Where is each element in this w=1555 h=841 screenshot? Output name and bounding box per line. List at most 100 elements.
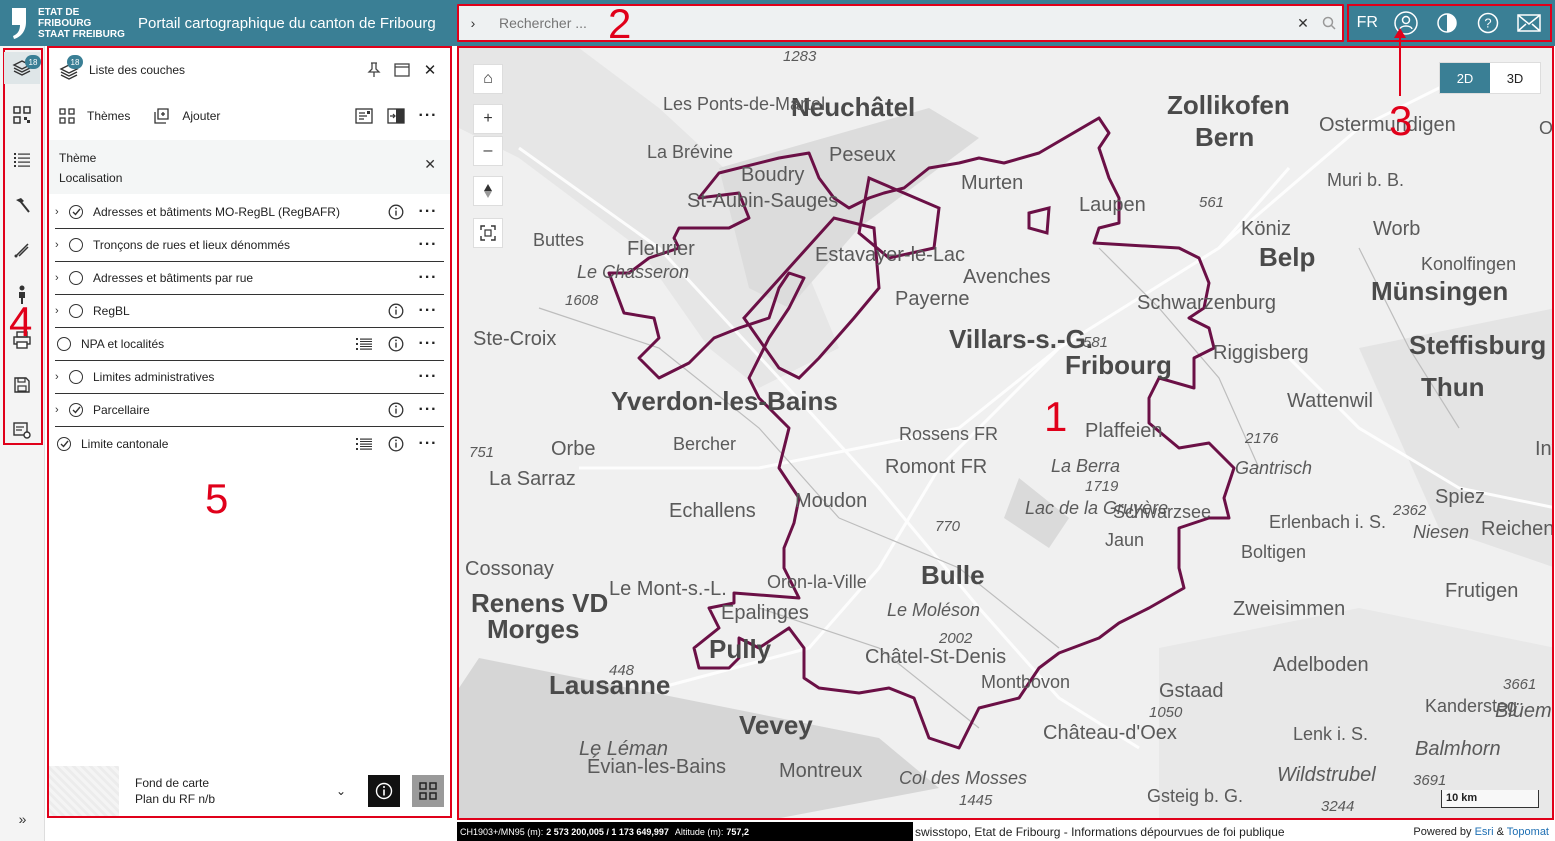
chevron-right-icon[interactable]: › [55, 272, 69, 284]
layer-checked-icon[interactable] [57, 436, 71, 451]
topomat-link[interactable]: Topomat [1507, 826, 1549, 838]
chevron-right-icon[interactable]: › [55, 404, 69, 416]
map-elevation-label: 448 [609, 662, 635, 679]
layer-unchecked-icon[interactable] [69, 370, 83, 384]
legend-icon[interactable] [348, 337, 380, 351]
clear-search-icon[interactable]: ✕ [1290, 15, 1316, 32]
qr-code-button[interactable] [4, 99, 40, 131]
map-elevation-label: 751 [469, 444, 495, 461]
clear-theme-icon[interactable]: ✕ [424, 156, 436, 173]
layer-filter-icon[interactable] [348, 108, 380, 124]
layer-unchecked-icon[interactable] [69, 238, 83, 252]
layer-unchecked-icon[interactable] [69, 271, 83, 285]
contrast-icon[interactable] [1434, 10, 1460, 36]
map-place-label: Münsingen [1371, 276, 1509, 306]
help-icon[interactable]: ? [1475, 10, 1501, 36]
layers-button[interactable]: 18 [4, 52, 41, 84]
mail-icon[interactable] [1516, 10, 1542, 36]
home-icon[interactable]: ⌂ [473, 64, 503, 94]
search-icon[interactable] [1316, 4, 1342, 42]
chevron-right-icon[interactable]: › [55, 305, 69, 317]
app-title: Portail cartographique du canton de Frib… [138, 14, 436, 32]
layer-more-icon[interactable]: ··· [412, 401, 444, 419]
layer-row[interactable]: › Tronçons de rues et lieux dénommés ··· [55, 229, 444, 262]
map-place-label: Boltigen [1241, 542, 1307, 562]
view-mode-toggle: 2D 3D [1439, 62, 1541, 94]
expand-sidebar-button[interactable]: » [0, 811, 45, 827]
close-panel-icon[interactable]: ✕ [416, 61, 444, 79]
coordinates-readout: CH1903+/MN95 (m): 2 573 200,005 / 1 173 … [457, 822, 913, 841]
chevron-right-icon[interactable]: › [55, 206, 69, 218]
layer-checked-icon[interactable] [69, 403, 83, 417]
layer-more-icon[interactable]: ··· [412, 335, 444, 353]
map-place-label: Bulle [921, 560, 985, 590]
zoom-in-button[interactable]: + [473, 104, 503, 134]
layer-more-icon[interactable]: ··· [412, 236, 444, 254]
basemap-thumbnail[interactable] [49, 766, 119, 816]
map-place-label: Zollikofen [1167, 90, 1290, 120]
map-place-label: Zweisimmen [1233, 598, 1346, 620]
map-place-label: Montreux [779, 760, 863, 782]
info-icon[interactable] [380, 436, 412, 452]
compass-icon[interactable] [473, 176, 503, 206]
brand[interactable]: ETAT DE FRIBOURG STAAT FREIBURG Portail … [0, 0, 455, 46]
layer-unchecked-icon[interactable] [57, 337, 71, 351]
map-view[interactable]: Neuchâtel Bern Zollikofen Ostermundigen Murt… [457, 46, 1554, 820]
themes-button[interactable]: Thèmes [59, 108, 130, 124]
info-icon[interactable] [380, 303, 412, 319]
altitude-label: Altitude (m): [674, 826, 724, 837]
layer-more-icon[interactable]: ··· [412, 368, 444, 386]
info-icon [375, 782, 393, 800]
maximize-icon[interactable] [388, 63, 416, 77]
map-place-label: Muri b. B. [1327, 170, 1405, 190]
layer-row[interactable]: Limite cantonale ··· [55, 427, 444, 460]
layer-unchecked-icon[interactable] [69, 304, 83, 318]
info-icon[interactable] [380, 204, 412, 220]
info-icon[interactable] [380, 336, 412, 352]
layer-checked-icon[interactable] [69, 205, 83, 219]
measure-button[interactable] [4, 234, 40, 266]
layer-row[interactable]: › Limites administratives ··· [55, 361, 444, 394]
panel-more-icon[interactable]: ··· [412, 107, 444, 125]
chevron-right-icon[interactable]: › [55, 239, 69, 251]
tools-button[interactable] [4, 189, 40, 221]
compare-icon[interactable] [380, 108, 412, 124]
basemap-grid-button[interactable] [412, 775, 444, 807]
view-3d-button[interactable]: 3D [1490, 63, 1540, 93]
settings-button[interactable] [4, 414, 40, 446]
basemap-info-button[interactable] [368, 775, 400, 807]
layer-row[interactable]: › Adresses et bâtiments MO-RegBL (RegBAFR… [55, 196, 444, 229]
legend-icon[interactable] [348, 437, 380, 451]
layer-more-icon[interactable]: ··· [412, 435, 444, 453]
layer-row[interactable]: NPA et localités ··· [55, 328, 444, 361]
layer-more-icon[interactable]: ··· [412, 302, 444, 320]
esri-link[interactable]: Esri [1475, 826, 1494, 838]
pin-icon[interactable] [360, 62, 388, 78]
map-place-label: Avenches [963, 266, 1051, 288]
search-chevron-icon[interactable]: › [459, 15, 487, 31]
chevron-right-icon[interactable]: › [55, 371, 69, 383]
save-button[interactable] [4, 369, 40, 401]
map-place-label: Oberhofen [1539, 118, 1554, 138]
fullscreen-icon[interactable] [473, 218, 503, 248]
layer-more-icon[interactable]: ··· [412, 203, 444, 221]
chevron-down-icon[interactable]: ⌄ [326, 784, 356, 798]
zoom-out-button[interactable]: – [473, 136, 503, 166]
add-layer-button[interactable]: Ajouter [152, 107, 220, 125]
info-icon[interactable] [380, 402, 412, 418]
map-place-label: Blüem [1495, 700, 1552, 722]
layer-row[interactable]: › Parcellaire ··· [55, 394, 444, 427]
themes-label: Thèmes [87, 109, 131, 123]
layer-row[interactable]: › RegBL ··· [55, 295, 444, 328]
map-place-label: Laupen [1079, 194, 1146, 216]
legend-list-button[interactable] [4, 144, 40, 176]
layer-row[interactable]: › Adresses et bâtiments par rue ··· [55, 262, 444, 295]
map-elevation-label: 3691 [1413, 772, 1447, 789]
layer-more-icon[interactable]: ··· [412, 269, 444, 287]
view-2d-button[interactable]: 2D [1440, 63, 1490, 93]
powered-by: Powered by Esri & Topomat [1413, 825, 1549, 838]
map-place-label: Rossens FR [899, 424, 999, 444]
language-selector[interactable]: FR [1357, 14, 1378, 32]
coords-label: CH1903+/MN95 (m): [460, 826, 544, 837]
measure-icon [14, 243, 29, 258]
